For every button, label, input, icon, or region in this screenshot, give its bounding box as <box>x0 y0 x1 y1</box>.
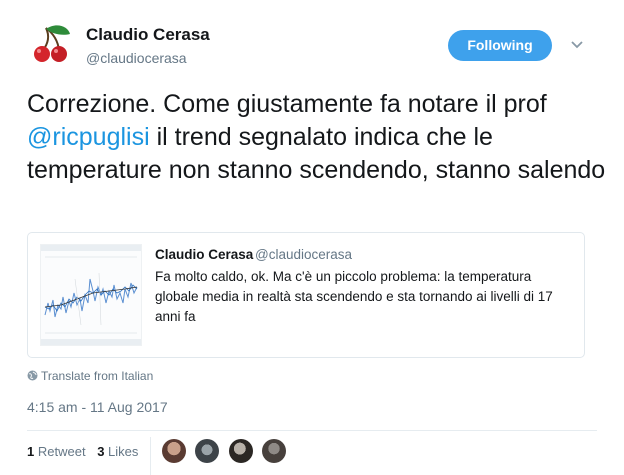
quoted-tweet-text: Fa molto caldo, ok. Ma c'è un piccolo pr… <box>155 269 553 324</box>
quoted-author-name: Claudio Cerasa <box>155 247 254 262</box>
liker-avatar[interactable] <box>162 439 186 463</box>
author-name[interactable]: Claudio Cerasa <box>86 25 210 45</box>
tweet-stats: 1 Retweet 3 Likes <box>27 444 146 459</box>
liker-avatar[interactable] <box>228 439 253 463</box>
translate-label: Translate from Italian <box>41 369 154 383</box>
cherry-icon <box>34 25 70 62</box>
stats-separator <box>150 437 151 475</box>
translate-link[interactable]: Translate from Italian <box>27 369 153 383</box>
retweets-stat[interactable]: 1 Retweet <box>27 444 86 459</box>
tweet-text-start: Correzione. Come giustamente fa notare i… <box>27 90 547 118</box>
likes-count: 3 <box>97 444 105 459</box>
divider <box>27 430 597 431</box>
quoted-author-handle: @claudiocerasa <box>255 247 353 262</box>
likers-list <box>162 439 291 465</box>
mention-link[interactable]: @ricpuglisi <box>27 123 150 151</box>
retweets-label: Retweet <box>37 444 86 459</box>
tweet-timestamp[interactable]: 4:15 am - 11 Aug 2017 <box>27 399 168 415</box>
liker-avatar[interactable] <box>195 439 220 463</box>
author-handle[interactable]: @claudiocerasa <box>86 50 187 66</box>
following-button[interactable]: Following <box>448 30 552 61</box>
globe-icon <box>27 370 38 381</box>
likes-stat[interactable]: 3 Likes <box>97 444 138 459</box>
temperature-chart-thumbnail <box>40 244 142 346</box>
quoted-tweet[interactable]: Claudio Cerasa @claudiocerasa Fa molto c… <box>27 232 585 358</box>
author-avatar[interactable] <box>26 20 76 66</box>
retweets-count: 1 <box>27 444 35 459</box>
tweet-text: Correzione. Come giustamente fa notare i… <box>27 88 607 187</box>
chevron-down-icon[interactable] <box>569 38 585 52</box>
likes-label: Likes <box>108 444 139 459</box>
liker-avatar[interactable] <box>262 439 287 463</box>
